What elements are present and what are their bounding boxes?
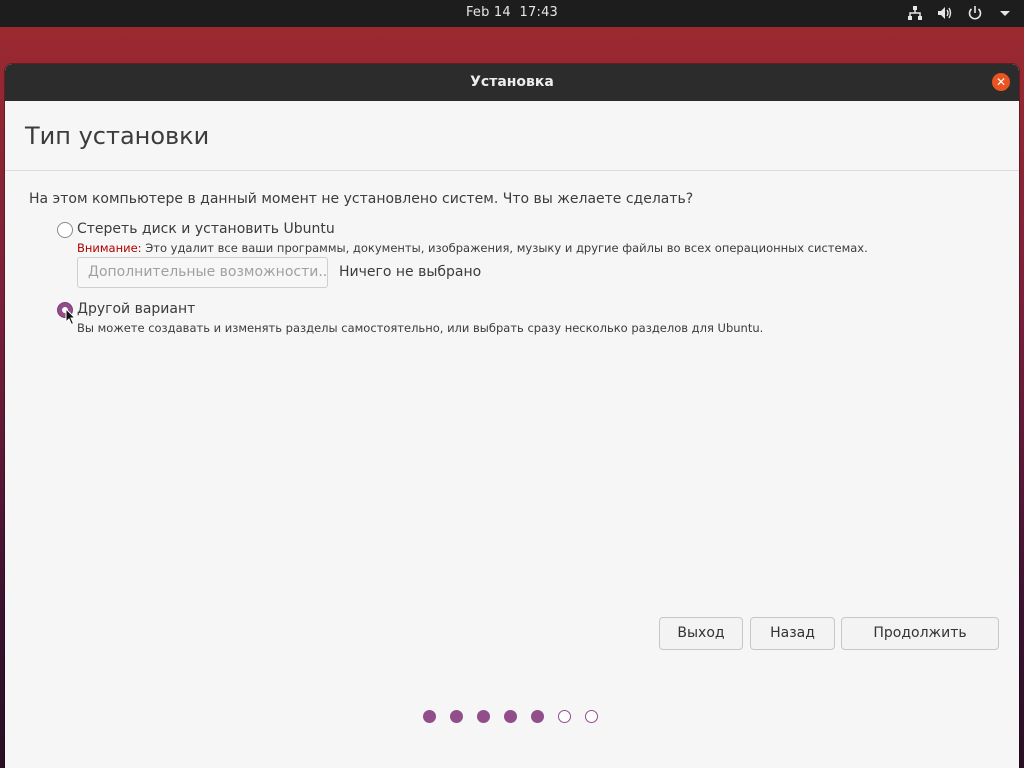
- top-panel: Feb 14 17:43: [0, 0, 1024, 27]
- quit-button[interactable]: Выход: [659, 617, 743, 650]
- system-tray[interactable]: [906, 4, 1014, 22]
- header-divider: [5, 170, 1019, 171]
- step-dot: [450, 710, 463, 723]
- mouse-cursor-icon: [65, 308, 77, 326]
- network-icon[interactable]: [906, 4, 924, 22]
- step-dot: [585, 710, 598, 723]
- step-dot: [504, 710, 517, 723]
- window-title: Установка: [470, 74, 554, 90]
- installer-window: Установка ✕ Тип установки На этом компью…: [5, 64, 1019, 768]
- clock[interactable]: Feb 14 17:43: [0, 5, 1024, 20]
- window-titlebar[interactable]: Установка ✕: [5, 64, 1019, 101]
- clock-date: Feb 14: [465, 5, 511, 20]
- volume-icon[interactable]: [936, 4, 954, 22]
- advanced-features-status: Ничего не выбрано: [339, 264, 482, 280]
- warning-text: Это удалит все ваши программы, документы…: [141, 241, 868, 255]
- warning-prefix: Внимание:: [77, 241, 142, 255]
- continue-button[interactable]: Продолжить: [841, 617, 999, 650]
- step-progress: [5, 710, 1019, 726]
- power-icon[interactable]: [966, 4, 984, 22]
- erase-disk-radio[interactable]: [57, 222, 73, 238]
- close-icon: ✕: [995, 75, 1007, 89]
- step-dot: [558, 710, 571, 723]
- advanced-features-button[interactable]: Дополнительные возможности...: [77, 257, 328, 288]
- step-dot: [477, 710, 490, 723]
- erase-disk-warning: Внимание: Это удалит все ваши программы,…: [77, 241, 868, 255]
- erase-disk-label[interactable]: Стереть диск и установить Ubuntu: [77, 221, 335, 237]
- installation-question: На этом компьютере в данный момент не ус…: [29, 191, 694, 207]
- menu-arrow-icon[interactable]: [996, 4, 1014, 22]
- step-dot: [531, 710, 544, 723]
- clock-time: 17:43: [519, 5, 559, 20]
- step-dot: [423, 710, 436, 723]
- something-else-description: Вы можете создавать и изменять разделы с…: [77, 321, 764, 335]
- back-button[interactable]: Назад: [750, 617, 835, 650]
- something-else-label[interactable]: Другой вариант: [77, 301, 195, 317]
- close-button[interactable]: ✕: [992, 73, 1010, 91]
- page-title: Тип установки: [25, 122, 210, 150]
